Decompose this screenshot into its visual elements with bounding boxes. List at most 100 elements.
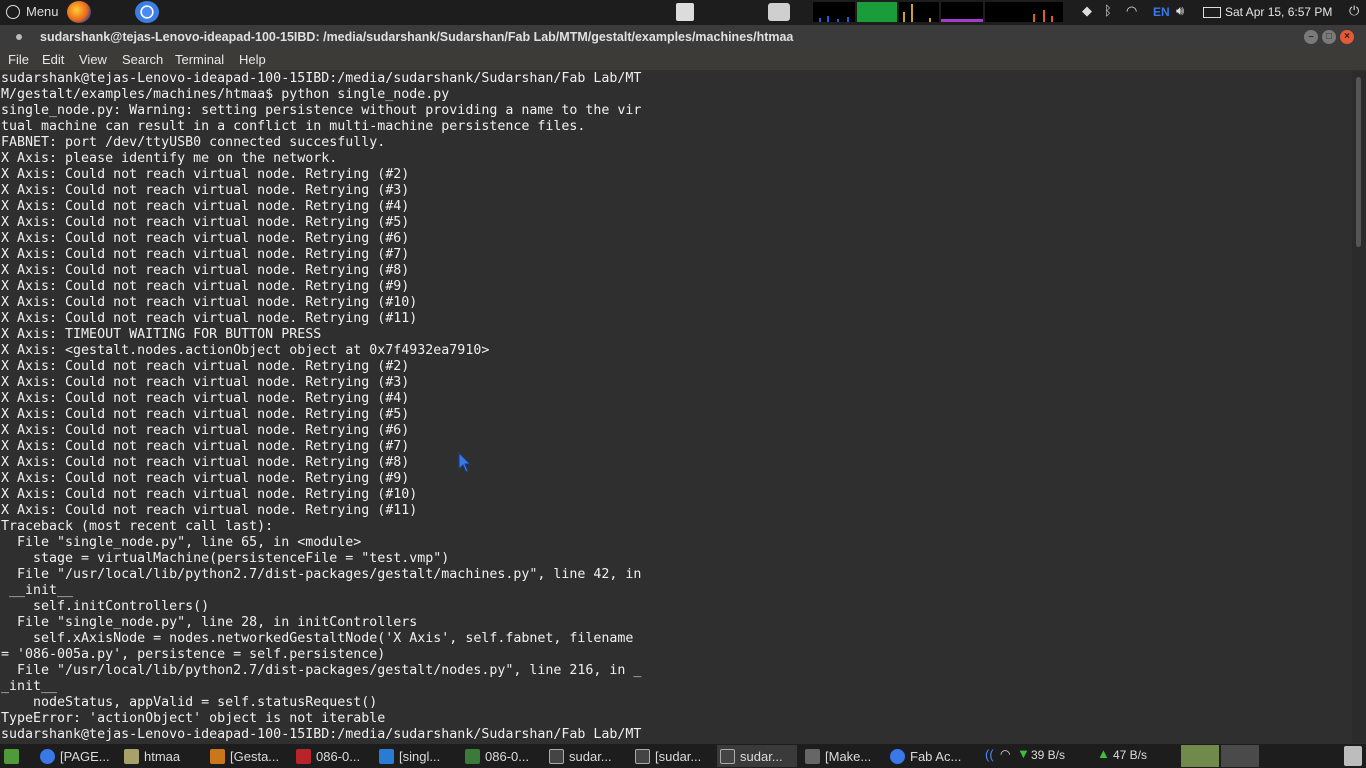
terminal-text: sudarshank@tejas-Lenovo-ideapad-100-15IB… [0,71,1352,743]
terminal-line: stage = virtualMachine(persistenceFile =… [1,551,450,566]
terminal-line: X Axis: Could not reach virtual node. Re… [1,311,418,326]
task-icon [720,748,735,764]
task-label: [PAGE... [60,748,110,764]
close-button[interactable]: × [1340,30,1354,44]
task-item[interactable]: [PAGE... [37,745,115,767]
terminal-line: File "/usr/local/lib/python2.7/dist-pack… [1,663,642,678]
terminal-line: X Axis: Could not reach virtual node. Re… [1,375,410,390]
battery-icon[interactable] [1203,7,1221,18]
task-item[interactable]: [Make... [802,745,882,767]
terminal-line: _init__ [1,679,58,694]
screenshot-tool-icon[interactable] [676,3,694,21]
minimize-button[interactable]: – [1304,30,1318,44]
task-item[interactable]: sudar... [717,745,797,767]
task-item[interactable]: sudar... [546,745,626,767]
workspace-2[interactable] [1221,745,1259,767]
clock[interactable]: Sat Apr 15, 6:57 PM [1225,5,1332,19]
menu-edit[interactable]: Edit [42,52,64,67]
task-item[interactable]: [singl... [376,745,454,767]
menu-terminal[interactable]: Terminal [175,52,224,67]
desktop-icon [4,748,19,764]
mint-logo-icon [6,4,20,19]
task-label: 086-0... [316,748,361,764]
terminal-line: sudarshank@tejas-Lenovo-ideapad-100-15IB… [1,71,642,86]
terminal-line: self.xAxisNode = nodes.networkedGestaltN… [1,631,634,646]
task-icon [805,748,820,764]
terminal-line: X Axis: Could not reach virtual node. Re… [1,279,410,294]
terminal-line: X Axis: Could not reach virtual node. Re… [1,263,410,278]
terminal-line: X Axis: Could not reach virtual node. Re… [1,423,410,438]
terminal-line: File "single_node.py", line 28, in initC… [1,615,418,630]
terminal-line: X Axis: Could not reach virtual node. Re… [1,199,410,214]
bluetooth-icon[interactable]: ᛒ [1104,3,1116,21]
firefox-icon[interactable] [67,1,91,23]
cpu-graph [857,2,897,22]
wifi-small-icon: ◠ [1000,747,1011,761]
terminal-line: M/gestalt/examples/machines/htmaa$ pytho… [1,87,450,102]
menu-search[interactable]: Search [122,52,163,67]
disk-graph [985,2,1063,22]
task-item[interactable]: htmaa [121,745,191,767]
volume-icon[interactable]: 🔊︎ [1176,3,1194,21]
task-icon [549,748,564,764]
taskbar: [PAGE... htmaa [Gesta... 086-0... [singl… [0,744,1366,768]
task-icon [210,748,225,764]
window-menu-icon[interactable] [16,34,22,40]
maximize-button[interactable]: □ [1322,30,1336,44]
terminal-line: X Axis: please identify me on the networ… [1,151,338,166]
task-icon [379,748,394,764]
task-label: htmaa [144,748,181,764]
menu-help[interactable]: Help [239,52,266,67]
task-icon [635,748,650,764]
terminal-scrollbar[interactable] [1352,71,1366,743]
mouse-pointer-icon [458,452,472,473]
task-icon [465,748,480,764]
net-down-speed: 39 B/s [1031,748,1066,762]
terminal-line: X Axis: Could not reach virtual node. Re… [1,215,410,230]
menu-file[interactable]: File [8,52,29,67]
task-label: sudar... [569,748,612,764]
task-label: [singl... [399,748,441,764]
keyboard-layout-indicator[interactable]: EN [1153,5,1170,19]
top-panel: Menu ◆ ᛒ ◠ EN 🔊︎ Sat Apr 15, 6:57 PM ⏻ [0,0,1366,25]
camera-icon[interactable] [768,3,790,21]
task-item[interactable]: [sudar... [632,745,712,767]
terminal-line: X Axis: Could not reach virtual node. Re… [1,391,410,406]
task-label: [Gesta... [230,748,280,764]
main-menu-button[interactable]: Menu [6,4,59,19]
task-item[interactable]: 086-0... [293,745,367,767]
chromium-icon[interactable] [135,1,159,23]
task-item[interactable]: [Gesta... [207,745,289,767]
scrollbar-thumb[interactable] [1356,77,1361,247]
menu-view[interactable]: View [79,52,107,67]
terminal-line: sudarshank@tejas-Lenovo-ideapad-100-15IB… [1,727,642,742]
terminal-line: X Axis: Could not reach virtual node. Re… [1,247,410,262]
terminal-line: X Axis: Could not reach virtual node. Re… [1,503,418,518]
trash-icon[interactable] [1344,746,1362,766]
net-up-speed: 47 B/s [1113,748,1148,762]
terminal-line: nodeStatus, appValid = self.statusReques… [1,695,378,710]
terminal-line: Traceback (most recent call last): [1,519,274,534]
load-graph [899,2,939,22]
task-item[interactable]: 086-0... [462,745,542,767]
terminal-line: X Axis: Could not reach virtual node. Re… [1,439,410,454]
menu-bar: File Edit View Search Terminal Help [0,49,1366,70]
power-icon[interactable]: ⏻ [1349,3,1363,21]
window-title: sudarshank@tejas-Lenovo-ideapad-100-15IB… [40,30,794,44]
terminal-line: X Axis: Could not reach virtual node. Re… [1,471,410,486]
show-desktop-button[interactable] [0,745,24,767]
task-icon [40,748,55,764]
task-label: 086-0... [485,748,530,764]
terminal-line: X Axis: TIMEOUT WAITING FOR BUTTON PRESS [1,327,322,342]
terminal-line: X Axis: Could not reach virtual node. Re… [1,183,410,198]
network-graph [813,2,855,22]
task-item[interactable]: Fab Ac... [887,745,969,767]
terminal-output[interactable]: sudarshank@tejas-Lenovo-ideapad-100-15IB… [0,71,1352,743]
dropbox-icon[interactable]: ◆ [1082,3,1096,21]
terminal-line: self.initControllers() [1,599,210,614]
workspace-1[interactable] [1181,745,1219,767]
window-title-bar[interactable]: sudarshank@tejas-Lenovo-ideapad-100-15IB… [0,25,1366,49]
terminal-line: X Axis: <gestalt.nodes.actionObject obje… [1,343,490,358]
wifi-icon[interactable]: ◠ [1126,3,1146,21]
terminal-line: File "single_node.py", line 65, in <modu… [1,535,362,550]
